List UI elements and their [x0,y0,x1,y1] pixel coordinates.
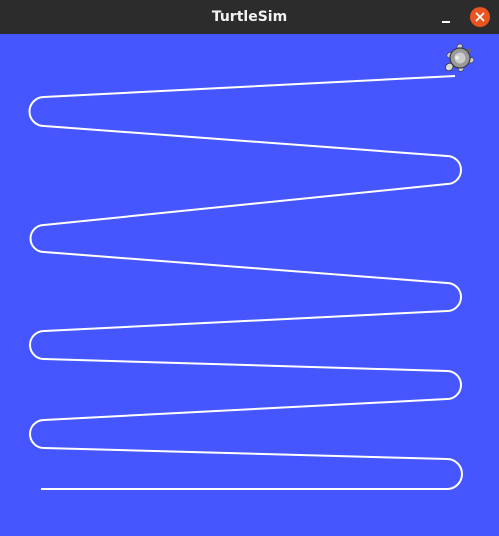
minimize-icon [442,21,450,23]
close-icon [475,12,485,22]
turtle-icon [445,43,475,72]
minimize-button[interactable] [436,8,456,28]
turtle-path [28,75,463,490]
close-button[interactable] [470,7,490,27]
title-bar[interactable]: TurtleSim [0,0,499,34]
window-title: TurtleSim [211,9,288,25]
turtle-canvas [0,34,499,536]
drawing-surface [28,43,475,490]
turtlesim-window: TurtleSim [0,0,499,536]
